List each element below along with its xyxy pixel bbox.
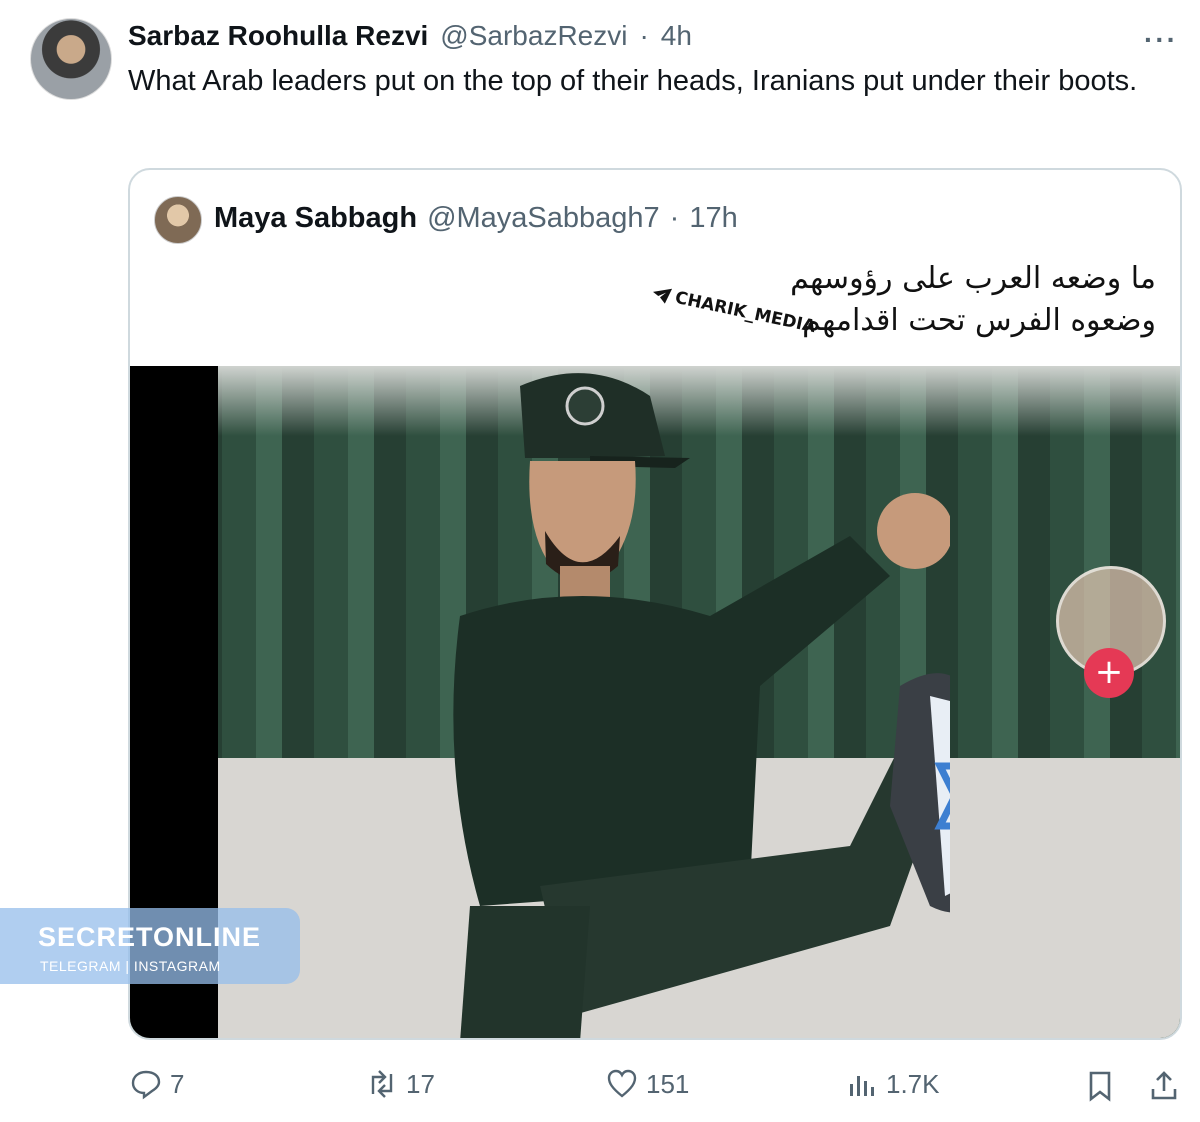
quoted-handle[interactable]: @MayaSabbagh7 <box>427 202 660 235</box>
secretonline-subtitle: TELEGRAM | INSTAGRAM <box>40 958 221 974</box>
reply-icon <box>131 1070 161 1100</box>
repost-count: 17 <box>406 1068 435 1099</box>
display-name[interactable]: Sarbaz Roohulla Rezvi <box>128 20 428 52</box>
separator-dot: · <box>669 201 680 234</box>
action-bar: 7 17 151 1.7K <box>0 1062 1200 1112</box>
quoted-timestamp[interactable]: 17h <box>689 202 737 235</box>
avatar[interactable] <box>30 18 112 100</box>
tiktok-plus-icon: + <box>1084 648 1134 698</box>
bookmark-button[interactable] <box>1084 1070 1116 1107</box>
quoted-text-line-1: ما وضعه العرب على رؤوسهم <box>790 261 1156 296</box>
tweet-text: What Arab leaders put on the top of thei… <box>128 65 1138 97</box>
heart-icon <box>607 1069 637 1098</box>
quoted-display-name[interactable]: Maya Sabbagh <box>214 202 417 235</box>
share-icon <box>1151 1071 1177 1100</box>
bookmark-icon <box>1089 1071 1111 1102</box>
telegram-icon <box>653 288 673 304</box>
secretonline-title: SECRETONLINE <box>38 922 262 952</box>
quoted-text-line-2: وضعوه الفرس تحت اقدامهم <box>802 303 1156 338</box>
repost-button[interactable]: 17 <box>366 1068 435 1100</box>
secretonline-watermark: SECRETONLINE TELEGRAM | INSTAGRAM <box>0 908 300 984</box>
tweet-card[interactable]: Sarbaz Roohulla Rezvi @SarbazRezvi · 4h … <box>0 0 1200 1122</box>
timestamp[interactable]: 4h <box>661 20 692 52</box>
views-count: 1.7K <box>886 1068 940 1099</box>
quoted-text: ما وضعه العرب على رؤوسهم وضعوه الفرس تحت… <box>556 258 1156 342</box>
soldier-figure <box>453 373 950 1038</box>
separator-dot: · <box>639 20 649 51</box>
like-count: 151 <box>646 1068 690 1099</box>
tweet-header: Sarbaz Roohulla Rezvi @SarbazRezvi · 4h <box>128 18 692 54</box>
like-button[interactable]: 151 <box>606 1068 689 1100</box>
reply-count: 7 <box>170 1068 185 1099</box>
user-handle[interactable]: @SarbazRezvi <box>440 20 627 52</box>
quoted-header: Maya Sabbagh @MayaSabbagh7 · 17h <box>214 198 738 238</box>
views-button[interactable]: 1.7K <box>846 1068 940 1100</box>
reply-button[interactable]: 7 <box>130 1068 184 1100</box>
views-icon <box>850 1076 874 1096</box>
more-icon[interactable]: ··· <box>1144 24 1178 56</box>
share-button[interactable] <box>1148 1070 1180 1107</box>
quoted-avatar[interactable] <box>154 196 202 244</box>
repost-icon <box>371 1070 393 1098</box>
